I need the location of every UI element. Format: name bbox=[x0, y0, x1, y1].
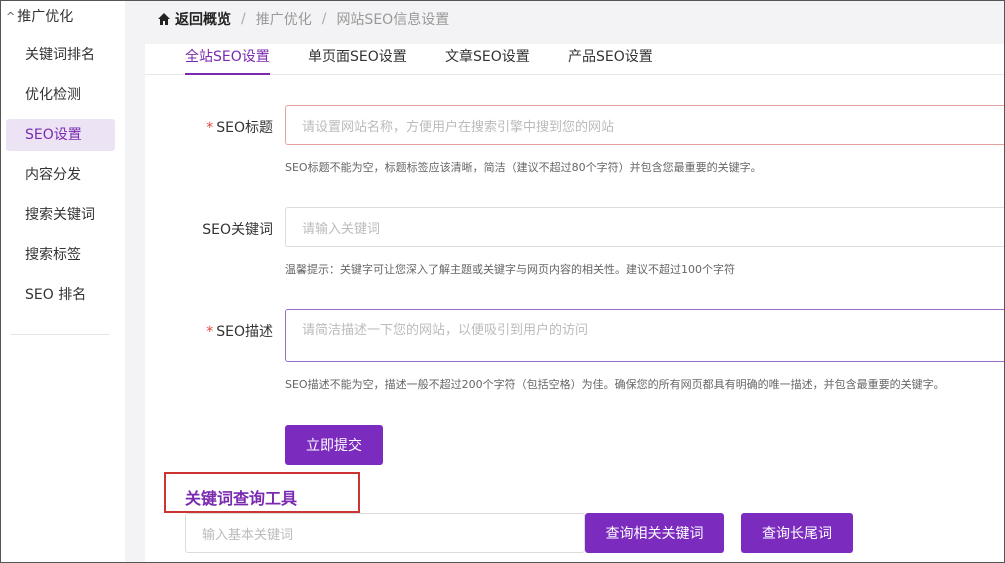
seo-title-input[interactable]: 请设置网站名称，方便用户在搜索引擎中搜到您的网站 bbox=[285, 105, 1005, 145]
required-mark: * bbox=[206, 324, 214, 340]
sidebar-item-label: 搜索关键词 bbox=[25, 207, 95, 223]
tab-bar: 全站SEO设置 单页面SEO设置 文章SEO设置 产品SEO设置 bbox=[145, 44, 1005, 75]
sidebar-item-keyword-ranking[interactable]: 关键词排名 bbox=[6, 39, 115, 71]
query-related-keywords-button[interactable]: 查询相关关键词 bbox=[585, 513, 724, 553]
breadcrumb-separator: / bbox=[321, 11, 327, 27]
sidebar-item-optimization-check[interactable]: 优化检测 bbox=[6, 79, 115, 111]
seo-description-placeholder: 请简洁描述一下您的网站，以便吸引到用户的访问 bbox=[302, 323, 589, 338]
sidebar-item-seo-settings[interactable]: SEO设置 bbox=[6, 119, 115, 151]
sidebar-item-seo-ranking[interactable]: SEO 排名 bbox=[6, 279, 115, 311]
sidebar-item-label: SEO设置 bbox=[25, 127, 82, 143]
sidebar-item-label: 内容分发 bbox=[25, 167, 81, 183]
sidebar: ^ 推广优化 关键词排名 优化检测 SEO设置 内容分发 搜索关键词 搜索标签 … bbox=[0, 0, 125, 563]
sidebar-item-search-keywords[interactable]: 搜索关键词 bbox=[6, 199, 115, 231]
seo-description-label: * SEO描述 bbox=[153, 321, 273, 341]
keyword-tool-placeholder: 输入基本关键词 bbox=[202, 527, 294, 543]
sidebar-item-label: 搜索标签 bbox=[25, 247, 81, 263]
seo-keywords-placeholder: 请输入关键词 bbox=[302, 221, 381, 237]
seo-title-label: * SEO标题 bbox=[153, 117, 273, 137]
seo-keywords-input[interactable]: 请输入关键词 bbox=[285, 207, 1005, 247]
chevron-up-icon: ^ bbox=[6, 9, 16, 23]
seo-keywords-label: SEO关键词 bbox=[153, 219, 273, 239]
breadcrumb-item[interactable]: 推广优化 bbox=[256, 9, 312, 29]
required-mark: * bbox=[206, 120, 214, 136]
seo-title-hint: SEO标题不能为空，标题标签应该清晰，简洁（建议不超过80个字符）并包含您最重要… bbox=[285, 161, 762, 174]
seo-keywords-label-text: SEO关键词 bbox=[202, 222, 273, 238]
seo-description-hint: SEO描述不能为空，描述一般不超过200个字符（包括空格）为佳。确保您的所有网页… bbox=[285, 378, 945, 391]
sidebar-group-label: 推广优化 bbox=[17, 9, 74, 25]
sidebar-item-label: SEO 排名 bbox=[25, 287, 87, 303]
tab-product-seo[interactable]: 产品SEO设置 bbox=[568, 47, 653, 75]
submit-button[interactable]: 立即提交 bbox=[285, 425, 383, 465]
sidebar-group-toggle[interactable]: ^ 推广优化 bbox=[6, 6, 73, 26]
sidebar-item-search-tags[interactable]: 搜索标签 bbox=[6, 239, 115, 271]
seo-title-placeholder: 请设置网站名称，方便用户在搜索引擎中搜到您的网站 bbox=[302, 119, 615, 135]
home-icon bbox=[157, 12, 171, 26]
sidebar-item-content-distribution[interactable]: 内容分发 bbox=[6, 159, 115, 191]
breadcrumb: 返回概览 / 推广优化 / 网站SEO信息设置 bbox=[157, 10, 449, 28]
tab-site-seo[interactable]: 全站SEO设置 bbox=[185, 47, 270, 75]
tab-article-seo[interactable]: 文章SEO设置 bbox=[445, 47, 530, 75]
breadcrumb-separator: / bbox=[241, 11, 246, 27]
sidebar-item-label: 优化检测 bbox=[25, 87, 81, 103]
breadcrumb-home-link[interactable]: 返回概览 bbox=[175, 9, 231, 29]
seo-description-label-text: SEO描述 bbox=[216, 324, 273, 340]
seo-description-textarea[interactable]: 请简洁描述一下您的网站，以便吸引到用户的访问 bbox=[285, 309, 1005, 362]
seo-title-label-text: SEO标题 bbox=[216, 120, 273, 136]
sidebar-item-label: 关键词排名 bbox=[25, 47, 95, 63]
breadcrumb-item-current: 网站SEO信息设置 bbox=[336, 12, 450, 28]
tab-page-seo[interactable]: 单页面SEO设置 bbox=[308, 47, 407, 75]
keyword-tool-input[interactable]: 输入基本关键词 bbox=[185, 513, 585, 553]
keyword-tool-title: 关键词查询工具 bbox=[185, 489, 298, 508]
main-panel: 全站SEO设置 单页面SEO设置 文章SEO设置 产品SEO设置 * SEO标题 … bbox=[145, 44, 1005, 563]
query-longtail-button[interactable]: 查询长尾词 bbox=[741, 513, 853, 553]
seo-keywords-hint: 温馨提示：关键字可让您深入了解主题或关键字与网页内容的相关性。建议不超过100个… bbox=[285, 263, 735, 276]
sidebar-divider bbox=[10, 334, 110, 335]
